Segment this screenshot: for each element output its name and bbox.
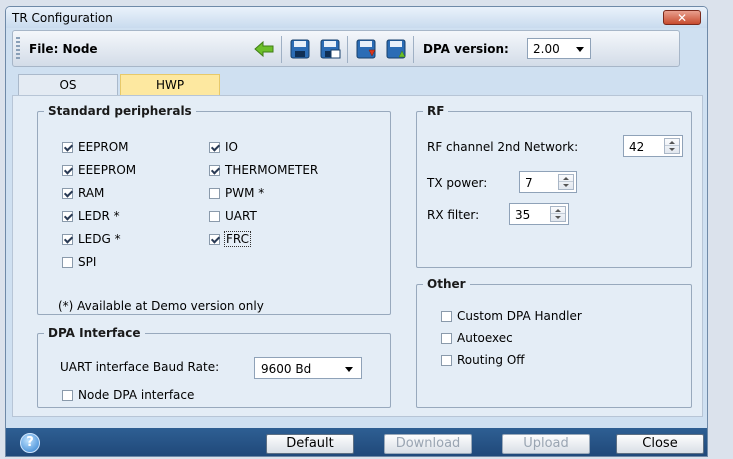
spinner-arrows-icon[interactable] bbox=[558, 174, 574, 190]
checkbox-box[interactable] bbox=[62, 164, 73, 176]
dpa-version-value: 2.00 bbox=[533, 42, 560, 56]
checkbox-box[interactable] bbox=[209, 210, 220, 222]
back-arrow-icon[interactable] bbox=[253, 38, 275, 60]
dpa-version-label: DPA version: bbox=[423, 42, 509, 56]
download-button[interactable]: Download bbox=[384, 434, 472, 454]
checkbox-box[interactable] bbox=[209, 187, 220, 199]
dpa-version-select[interactable]: 2.00 bbox=[527, 38, 591, 59]
standard-peripherals-group: Standard peripherals EEPROM EEEPROM RAM … bbox=[37, 104, 391, 315]
close-button[interactable]: Close bbox=[616, 434, 704, 454]
rx-filter-spinner[interactable]: 35 bbox=[509, 203, 569, 225]
tab-hwp[interactable]: HWP bbox=[120, 74, 220, 96]
baud-rate-select[interactable]: 9600 Bd bbox=[254, 357, 362, 379]
help-icon[interactable]: ? bbox=[20, 433, 40, 453]
save-icon[interactable] bbox=[289, 38, 311, 60]
title-bar: TR Configuration ✕ bbox=[6, 7, 707, 28]
rf-channel-label: RF channel 2nd Network: bbox=[427, 140, 579, 154]
rf-group: RF RF channel 2nd Network: 42 TX power: … bbox=[416, 104, 692, 268]
checkbox-autoexec[interactable]: Autoexec bbox=[441, 331, 513, 345]
checkbox-box[interactable] bbox=[209, 164, 220, 176]
checkbox-spi[interactable]: SPI bbox=[62, 255, 96, 269]
baud-rate-label: UART interface Baud Rate: bbox=[60, 360, 220, 374]
tab-os[interactable]: OS bbox=[18, 74, 118, 96]
tx-power-value: 7 bbox=[525, 176, 533, 190]
rx-filter-value: 35 bbox=[515, 208, 531, 222]
checkbox-ram[interactable]: RAM bbox=[62, 186, 104, 200]
other-legend: Other bbox=[427, 277, 466, 291]
file-label: File: Node bbox=[29, 42, 98, 56]
checkbox-io[interactable]: IO bbox=[209, 140, 238, 154]
chevron-down-icon bbox=[576, 47, 584, 52]
checkbox-uart[interactable]: UART bbox=[209, 209, 257, 223]
checkbox-eeprom[interactable]: EEPROM bbox=[62, 140, 129, 154]
checkbox-box[interactable] bbox=[62, 256, 73, 268]
checkbox-routing-off[interactable]: Routing Off bbox=[441, 353, 525, 367]
checkbox-box[interactable] bbox=[62, 187, 73, 199]
checkbox-eeeprom[interactable]: EEEPROM bbox=[62, 163, 136, 177]
checkbox-pwm[interactable]: PWM * bbox=[209, 186, 264, 200]
rf-legend: RF bbox=[427, 104, 445, 118]
spinner-arrows-icon[interactable] bbox=[550, 206, 566, 222]
window-close-button[interactable]: ✕ bbox=[663, 10, 701, 25]
rx-filter-label: RX filter: bbox=[427, 208, 480, 222]
demo-note: (*) Available at Demo version only bbox=[58, 299, 264, 313]
upload-button[interactable]: Upload bbox=[502, 434, 590, 454]
spinner-arrows-icon[interactable] bbox=[664, 138, 680, 154]
default-button[interactable]: Default bbox=[266, 434, 354, 454]
upload-from-device-icon[interactable] bbox=[385, 38, 407, 60]
checkbox-box[interactable] bbox=[62, 233, 73, 245]
checkbox-thermometer[interactable]: THERMOMETER bbox=[209, 163, 318, 177]
tx-power-spinner[interactable]: 7 bbox=[519, 171, 577, 193]
rf-channel-value: 42 bbox=[629, 140, 645, 154]
tr-configuration-window: TR Configuration ✕ File: Node DPA versio… bbox=[5, 6, 708, 457]
hwp-panel: Standard peripherals EEPROM EEEPROM RAM … bbox=[12, 95, 703, 417]
chevron-down-icon bbox=[345, 367, 353, 372]
checkbox-ledr[interactable]: LEDR * bbox=[62, 209, 120, 223]
checkbox-box[interactable] bbox=[209, 233, 220, 245]
standard-peripherals-legend: Standard peripherals bbox=[48, 104, 192, 118]
window-title: TR Configuration bbox=[12, 11, 113, 25]
checkbox-node-dpa-interface[interactable]: Node DPA interface bbox=[62, 388, 194, 402]
checkbox-custom-dpa-handler[interactable]: Custom DPA Handler bbox=[441, 309, 582, 323]
checkbox-frc[interactable]: FRC bbox=[209, 231, 252, 247]
toolbar-separator bbox=[347, 36, 348, 63]
checkbox-box[interactable] bbox=[62, 141, 73, 153]
toolbar-grip[interactable] bbox=[16, 37, 20, 60]
checkbox-box[interactable] bbox=[62, 389, 73, 401]
checkbox-box[interactable] bbox=[209, 141, 220, 153]
save-as-icon[interactable] bbox=[319, 38, 341, 60]
checkbox-box[interactable] bbox=[441, 310, 452, 322]
checkbox-box[interactable] bbox=[62, 210, 73, 222]
dpa-interface-legend: DPA Interface bbox=[48, 326, 141, 340]
toolbar-separator bbox=[281, 36, 282, 63]
toolbar-separator bbox=[413, 36, 414, 63]
dpa-interface-group: DPA Interface UART interface Baud Rate: … bbox=[37, 326, 391, 408]
rf-channel-spinner[interactable]: 42 bbox=[623, 135, 683, 157]
baud-rate-value: 9600 Bd bbox=[261, 362, 312, 376]
toolbar: File: Node DPA version: 2.00 bbox=[12, 30, 680, 67]
tx-power-label: TX power: bbox=[427, 176, 488, 190]
checkbox-box[interactable] bbox=[441, 354, 452, 366]
checkbox-box[interactable] bbox=[441, 332, 452, 344]
checkbox-ledg[interactable]: LEDG * bbox=[62, 232, 121, 246]
bottom-bar: ? Default Download Upload Close bbox=[6, 428, 707, 456]
other-group: Other Custom DPA Handler Autoexec Routin… bbox=[416, 277, 692, 408]
download-to-device-icon[interactable] bbox=[355, 38, 377, 60]
